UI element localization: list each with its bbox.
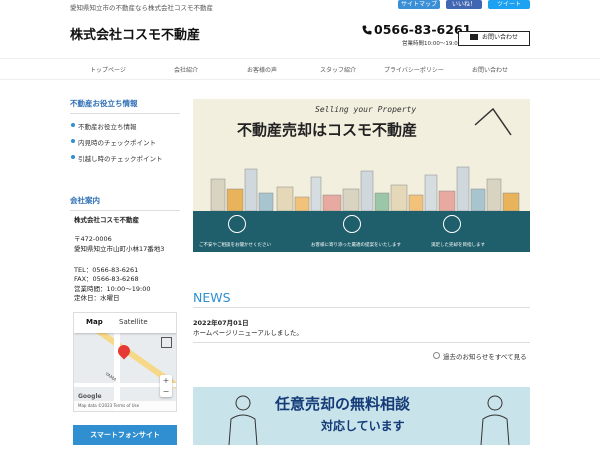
hero-caption-1: ご不安やご相談をお聞かせください bbox=[199, 243, 271, 248]
sitemap-button[interactable]: サイトマップ bbox=[398, 0, 440, 9]
phone-number[interactable]: 0566-83-6261 bbox=[362, 22, 471, 37]
cityscape-illustration bbox=[210, 166, 520, 211]
sidebar-item-moving-checkpoints[interactable]: 引越し時のチェックポイント bbox=[70, 150, 180, 166]
heart-hands-icon bbox=[443, 215, 461, 233]
news-all-link[interactable]: 過去のお知らせをすべて見る bbox=[433, 351, 527, 361]
nav-item-company[interactable]: 会社紹介 bbox=[174, 65, 198, 74]
hero-banner: Selling your Property 不動産売却はコスモ不動産 ご不安やご… bbox=[193, 99, 530, 252]
nav-item-top[interactable]: トップページ bbox=[90, 65, 126, 74]
phone-text: 0566-83-6261 bbox=[374, 22, 472, 37]
news-divider bbox=[193, 342, 530, 343]
company-heading: 会社案内 bbox=[70, 195, 180, 211]
site-tagline: 愛知県知立市の不動産なら株式会社コスモ不動産 bbox=[70, 4, 213, 12]
house-roof-icon bbox=[474, 107, 512, 136]
contact-button-label: お問い合わせ bbox=[481, 34, 518, 41]
company-fax: FAX：0566-83-6268 bbox=[74, 275, 139, 283]
tweet-button[interactable]: ツイート bbox=[488, 0, 530, 9]
banner-subtitle: 対応しています bbox=[321, 419, 405, 433]
google-map[interactable]: YAMA Map Satellite + − Google Map data ©2… bbox=[73, 312, 177, 412]
phone-icon bbox=[362, 25, 372, 35]
hero-feature-band: ご不安やご相談をお聞かせください お客様に寄り添った最適の提案をいたします 満足… bbox=[193, 211, 530, 252]
news-heading: NEWS bbox=[193, 290, 231, 305]
top-bar: 愛知県知立市の不動産なら株式会社コスモ不動産 サイトマップ いいね！ ツイート bbox=[0, 0, 600, 14]
hero-subtitle: Selling your Property bbox=[315, 105, 417, 114]
news-item-text[interactable]: ホームページリニューアルしました。 bbox=[193, 327, 303, 337]
banner-title: 任意売却の無料相談 bbox=[275, 395, 411, 413]
company-holiday: 定休日：水曜日 bbox=[74, 294, 120, 302]
contact-button[interactable]: お問い合わせ bbox=[458, 31, 530, 46]
facebook-like-button[interactable]: いいね！ bbox=[446, 0, 482, 9]
company-name: 株式会社コスモ不動産 bbox=[74, 216, 139, 224]
voluntary-sale-banner[interactable]: 任意売却の無料相談 対応しています bbox=[193, 387, 530, 445]
company-postal: 〒472-0006 bbox=[74, 235, 112, 243]
businessman-illustration bbox=[228, 395, 258, 445]
business-hours: 営業時間10:00～19:00 bbox=[402, 41, 462, 47]
hero-caption-2: お客様に寄り添った最適の提案をいたします bbox=[311, 243, 401, 248]
map-tab-map[interactable]: Map bbox=[86, 318, 103, 326]
map-attribution[interactable]: Map data ©2023 Terms of Use bbox=[74, 401, 176, 411]
nav-item-contact[interactable]: お問い合わせ bbox=[472, 65, 508, 74]
chat-icon bbox=[228, 215, 246, 233]
site-title[interactable]: 株式会社コスモ不動産 bbox=[70, 24, 200, 43]
news-date: 2022年07月01日 bbox=[193, 319, 249, 327]
smartphone-site-button[interactable]: スマートフォンサイト bbox=[73, 425, 177, 445]
sidebar-item-viewing-checkpoints[interactable]: 内見時のチェックポイント bbox=[70, 134, 180, 150]
businesswoman-illustration bbox=[480, 395, 510, 445]
sidebar-item-useful-info[interactable]: 不動産お役立ち情報 bbox=[70, 118, 180, 134]
hero-title: 不動産売却はコスモ不動産 bbox=[237, 121, 418, 139]
map-type-tabs: Map Satellite bbox=[74, 313, 176, 333]
google-logo: Google bbox=[78, 393, 102, 400]
nav-item-voice[interactable]: お客様の声 bbox=[247, 65, 277, 74]
map-tab-satellite[interactable]: Satellite bbox=[119, 318, 148, 326]
mail-icon bbox=[469, 34, 478, 40]
sidebar-useful: 不動産お役立ち情報 不動産お役立ち情報 内見時のチェックポイント 引越し時のチェ… bbox=[70, 98, 180, 166]
useful-heading: 不動産お役立ち情報 bbox=[70, 98, 180, 114]
hero-caption-3: 満足した売却を目指します bbox=[431, 243, 485, 248]
fullscreen-icon[interactable] bbox=[161, 337, 172, 348]
nav-item-staff[interactable]: スタッフ紹介 bbox=[320, 65, 356, 74]
handshake-icon bbox=[343, 215, 361, 233]
company-address: 愛知県知立市山町小林17番地3 bbox=[74, 245, 165, 253]
map-zoom-control[interactable]: + − bbox=[160, 375, 172, 397]
news-divider bbox=[193, 307, 530, 308]
global-nav: トップページ 会社紹介 お客様の声 スタッフ紹介 プライバシーポリシー お問い合… bbox=[0, 58, 600, 80]
nav-item-privacy[interactable]: プライバシーポリシー bbox=[384, 65, 444, 74]
